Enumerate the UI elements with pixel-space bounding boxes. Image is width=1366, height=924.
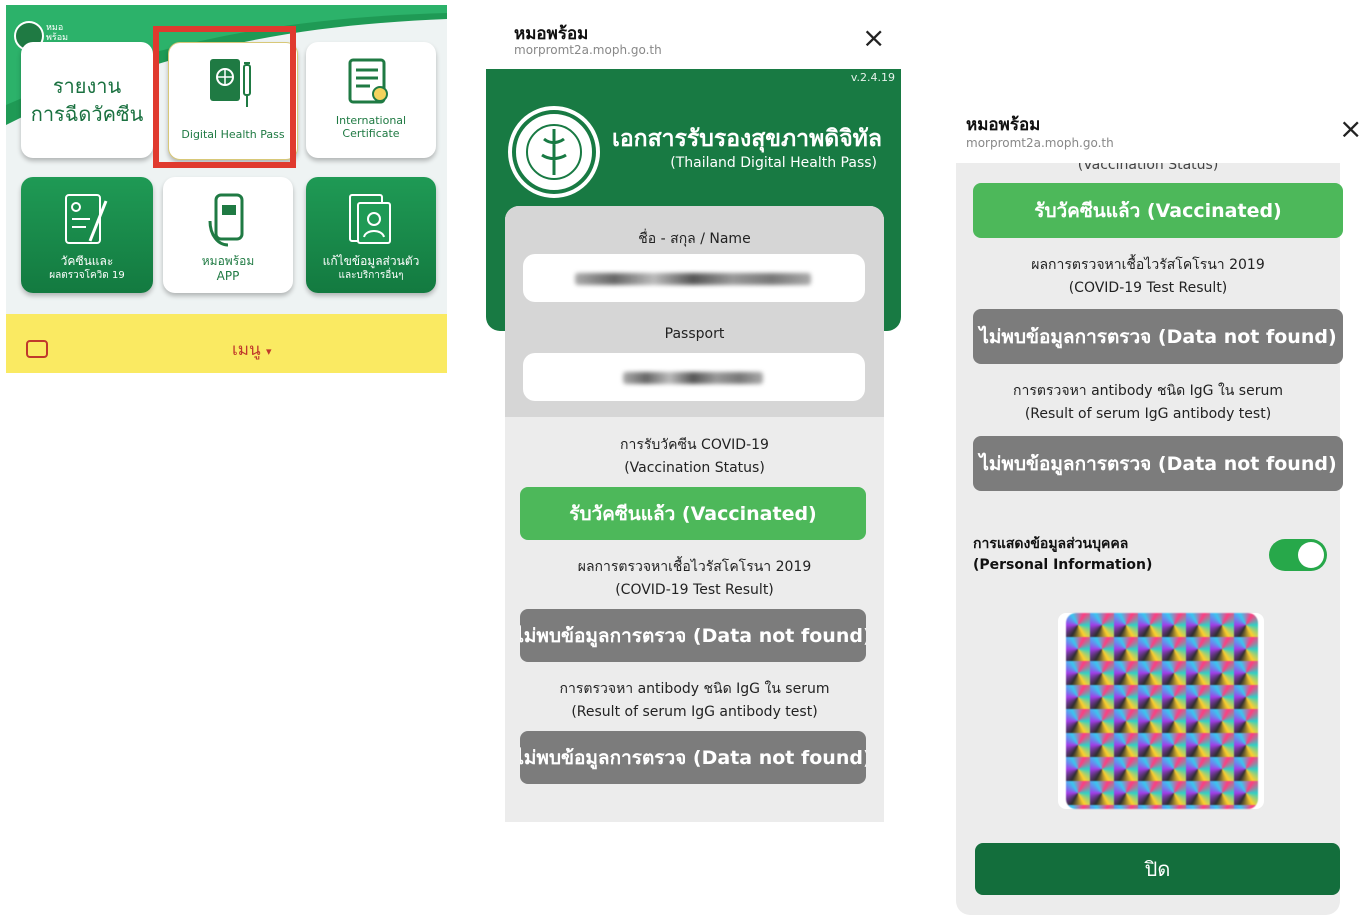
- app-url: morpromt2a.moph.go.th: [514, 43, 662, 57]
- tile-label: การฉีดวัคซีน: [30, 102, 144, 126]
- close-icon[interactable]: ×: [1339, 115, 1362, 143]
- app-title: หมอพร้อม: [966, 115, 1041, 135]
- keyboard-icon[interactable]: [26, 340, 48, 358]
- redacted-passport: [623, 372, 763, 384]
- menu-button[interactable]: เมนู ▾: [232, 336, 272, 363]
- vaccine-record-icon: [65, 194, 108, 244]
- close-icon[interactable]: ×: [862, 24, 885, 52]
- covid-test-status-badge: ไม่พบข้อมูลการตรวจ (Data not found): [973, 309, 1343, 364]
- vaccinated-status-badge: รับวัคซีนแล้ว (Vaccinated): [520, 487, 866, 540]
- tile-edit-personal-info[interactable]: แก้ไขข้อมูลส่วนตัว และบริการอื่นๆ: [306, 177, 436, 293]
- tile-sublabel: APP: [216, 269, 240, 283]
- tile-sublabel: และบริการอื่นๆ: [338, 270, 404, 281]
- redacted-name: [575, 273, 811, 285]
- personal-info-panel: หมอพร้อม morpromt2a.moph.go.th × (Vaccin…: [936, 97, 1366, 924]
- home-menu-panel: หมอ พร้อม รายงาน การฉีดวัคซีน Digital He…: [6, 5, 447, 373]
- digital-health-pass-panel: หมอพร้อม morpromt2a.moph.go.th × v.2.4.1…: [486, 10, 901, 822]
- personal-info-label: การแสดงข้อมูลส่วนบุคคล (Personal Informa…: [973, 536, 1153, 573]
- vaccinated-status-badge: รับวัคซีนแล้ว (Vaccinated): [973, 183, 1343, 238]
- covid-test-label: ผลการตรวจหาเชื้อไวรัสโคโรนา 2019 (COVID-…: [577, 559, 812, 598]
- personal-info-toggle[interactable]: [1269, 539, 1327, 571]
- tile-sublabel: ผลตรวจโควิด 19: [49, 270, 125, 281]
- pass-card: ชื่อ - สกุล / Name Passport การรับวัคซีน…: [505, 206, 884, 822]
- tile-morprom-app[interactable]: หมอพร้อม APP: [163, 177, 293, 293]
- tile-vaccination-report[interactable]: รายงาน การฉีดวัคซีน: [21, 42, 153, 158]
- app-logo-text: หมอ พร้อม: [46, 23, 69, 43]
- antibody-test-label: การตรวจหา antibody ชนิด IgG ใน serum (Re…: [559, 681, 830, 720]
- phone-icon: [208, 193, 244, 247]
- bottom-menu-bar: เมนู ▾: [6, 314, 447, 373]
- tile-label: รายงาน: [52, 74, 122, 98]
- toggle-knob: [1298, 542, 1324, 568]
- vaccination-label-cut: (Vaccination Status): [1077, 163, 1219, 173]
- identity-section: ชื่อ - สกุล / Name Passport: [505, 206, 884, 417]
- antibody-test-label: การตรวจหา antibody ชนิด IgG ใน serum (Re…: [1013, 383, 1283, 422]
- close-button[interactable]: ปิด: [975, 843, 1340, 895]
- tile-label: International Certificate: [335, 114, 407, 140]
- tile-vaccine-covid-results[interactable]: วัคซีนและ ผลตรวจโควิด 19: [21, 177, 153, 293]
- vaccination-label: การรับวัคซีน COVID-19 (Vaccination Statu…: [620, 437, 769, 476]
- covid-test-label: ผลการตรวจหาเชื้อไวรัสโคโรนา 2019 (COVID-…: [1031, 257, 1265, 296]
- tile-label: วัคซีนและ: [60, 254, 114, 268]
- covid-test-status-badge: ไม่พบข้อมูลการตรวจ (Data not found): [520, 609, 866, 662]
- antibody-test-status-badge: ไม่พบข้อมูลการตรวจ (Data not found): [520, 731, 866, 784]
- highlight-annotation: [153, 26, 296, 168]
- id-document-icon: [349, 194, 391, 244]
- name-label: ชื่อ - สกุล / Name: [638, 231, 751, 247]
- obscured-qr-pattern: [1066, 613, 1258, 809]
- caret-down-icon: ▾: [266, 345, 272, 358]
- pass-subtitle: (Thailand Digital Health Pass): [670, 155, 877, 171]
- name-field: [523, 254, 865, 302]
- health-pass-qr-code: [1058, 613, 1264, 809]
- app-url: morpromt2a.moph.go.th: [966, 136, 1114, 150]
- pass-title: เอกสารรับรองสุขภาพดิจิทัล: [612, 126, 882, 152]
- passport-label: Passport: [664, 326, 725, 342]
- passport-field: [523, 353, 865, 401]
- antibody-test-status-badge: ไม่พบข้อมูลการตรวจ (Data not found): [973, 436, 1343, 491]
- tile-label: หมอพร้อม: [201, 254, 255, 268]
- certificate-icon: [348, 58, 388, 104]
- tile-international-certificate[interactable]: International Certificate: [306, 42, 436, 158]
- info-card: (Vaccination Status) รับวัคซีนแล้ว (Vacc…: [956, 163, 1343, 915]
- ministry-seal-icon: [508, 106, 600, 198]
- tile-label: แก้ไขข้อมูลส่วนตัว: [322, 254, 420, 268]
- version-label: v.2.4.19: [850, 71, 895, 84]
